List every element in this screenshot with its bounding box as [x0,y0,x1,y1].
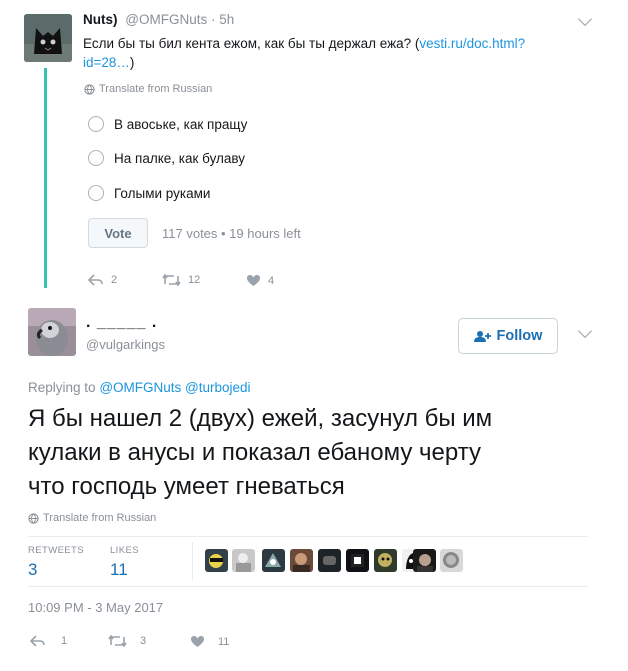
liker-avatar-image [323,556,336,565]
reply-count: 2 [111,274,118,286]
retweet-count: 3 [140,635,147,647]
radio-icon[interactable] [88,185,104,201]
tweet-text-line: кулаки в анусы и показал ебаному черту [28,439,481,466]
retweet-icon [108,635,127,647]
author-name[interactable]: Nuts) [83,12,118,27]
liker-avatar-image [293,553,310,572]
vote-button[interactable]: Vote [88,218,148,248]
follow-label: Follow [496,328,543,344]
liker-avatar-image [209,554,223,568]
reply-icon [88,274,103,286]
retweet-count: 12 [188,274,201,286]
reply-count: 1 [61,635,68,647]
retweets-label: RETWEETS [28,545,84,556]
liker-avatar-image [265,553,281,567]
tweet-timestamp[interactable]: 10:09 PM - 3 May 2017 [28,600,163,615]
cat-avatar-image [24,14,72,62]
poll-option-label: В авоське, как пращу [114,116,248,132]
follow-button[interactable]: Follow [458,318,558,354]
liker-avatar-image [378,553,392,567]
reply-target-1[interactable]: @OMFGNuts [99,380,181,395]
quoted-tweet-text: Если бы ты бил кента ежом, как бы ты дер… [83,36,526,70]
follow-user-icon [473,330,491,342]
poll-option-3[interactable]: Голыми руками [88,182,210,204]
like-count: 4 [268,274,275,287]
retweets-count[interactable]: 3 [28,560,37,580]
stats-divider-top [28,536,588,537]
reply-action[interactable]: 1 [30,635,67,647]
reply-action[interactable]: 2 [88,274,117,286]
retweet-icon [162,274,181,286]
liker-avatar-image [443,552,459,568]
poll-option-1[interactable]: В авоське, как пращу [88,113,247,135]
likes-count[interactable]: 11 [110,560,128,580]
thread-line [44,68,47,288]
liker-avatar[interactable] [205,549,228,572]
translate-label[interactable]: Translate from Russian [43,512,156,524]
close-paren: ) [129,55,135,70]
liker-avatar[interactable] [440,549,463,572]
replying-to: Replying to @OMFGNuts @turbojedi [28,380,251,395]
chevron-down-icon[interactable] [577,323,593,339]
poll-option-label: На палке, как булаву [114,150,246,166]
avatar-vulgarkings[interactable] [28,308,76,356]
liker-avatar[interactable] [232,549,255,572]
chevron-down-icon[interactable] [577,11,593,27]
liker-avatar[interactable] [290,549,313,572]
radio-icon[interactable] [88,150,104,166]
tweet-text-line: Я бы нашел 2 (двух) ежей, засунул бы им [28,405,493,432]
main-tweet-text: Я бы нашел 2 (двух) ежей, засунул бы им … [28,402,608,504]
liker-avatar[interactable] [374,549,397,572]
translate-link[interactable]: Translate from Russian [28,512,156,524]
liker-avatar[interactable] [318,549,341,572]
heart-icon [191,636,204,647]
tweet-time[interactable]: 5h [219,12,234,27]
globe-icon [84,83,95,95]
likes-label: LIKES [110,545,139,556]
main-author-name[interactable]: . _____ . [86,314,157,332]
main-author-handle[interactable]: @vulgarkings [86,337,165,352]
tweet-link-cont[interactable]: id=28… [83,55,130,70]
tweet-link[interactable]: vesti.ru/doc.html? [419,36,525,51]
quoted-tweet-header: Nuts) @OMFGNuts · 5h [83,12,234,27]
reply-target-2[interactable]: @turbojedi [185,380,251,395]
like-count: 11 [218,635,230,648]
translate-link[interactable]: Translate from Russian [84,83,212,95]
author-handle[interactable]: @OMFGNuts [125,12,207,27]
liker-avatar-image [351,554,364,567]
separator: · [211,12,216,27]
liker-avatar-image [417,554,433,572]
heart-icon [247,275,260,286]
liker-avatar[interactable] [262,549,285,572]
like-action[interactable]: 4 [246,274,274,287]
liker-avatar[interactable] [413,549,436,572]
liker-avatar-image [236,553,251,572]
liker-avatar[interactable] [346,549,369,572]
poll-meta: 117 votes • 19 hours left [162,226,301,241]
replying-prefix: Replying to [28,380,96,395]
like-action[interactable]: 11 [190,635,229,648]
radio-icon[interactable] [88,116,104,132]
retweet-action[interactable]: 3 [108,635,146,647]
stats-divider-vertical [192,542,193,580]
tweet-text-line: что господь умеет гневаться [28,473,345,500]
poll-option-label: Голыми руками [114,185,211,201]
reply-icon [30,635,45,647]
retweet-action[interactable]: 12 [162,274,200,286]
globe-icon [28,512,39,524]
translate-label[interactable]: Translate from Russian [99,83,212,95]
stats-divider-bottom [28,586,588,587]
tweet-text-body: Если бы ты бил кента ежом, как бы ты дер… [83,36,412,51]
poll-option-2[interactable]: На палке, как булаву [88,147,245,169]
avatar-omfgnuts[interactable] [24,14,72,62]
parrot-avatar-image [28,308,76,356]
